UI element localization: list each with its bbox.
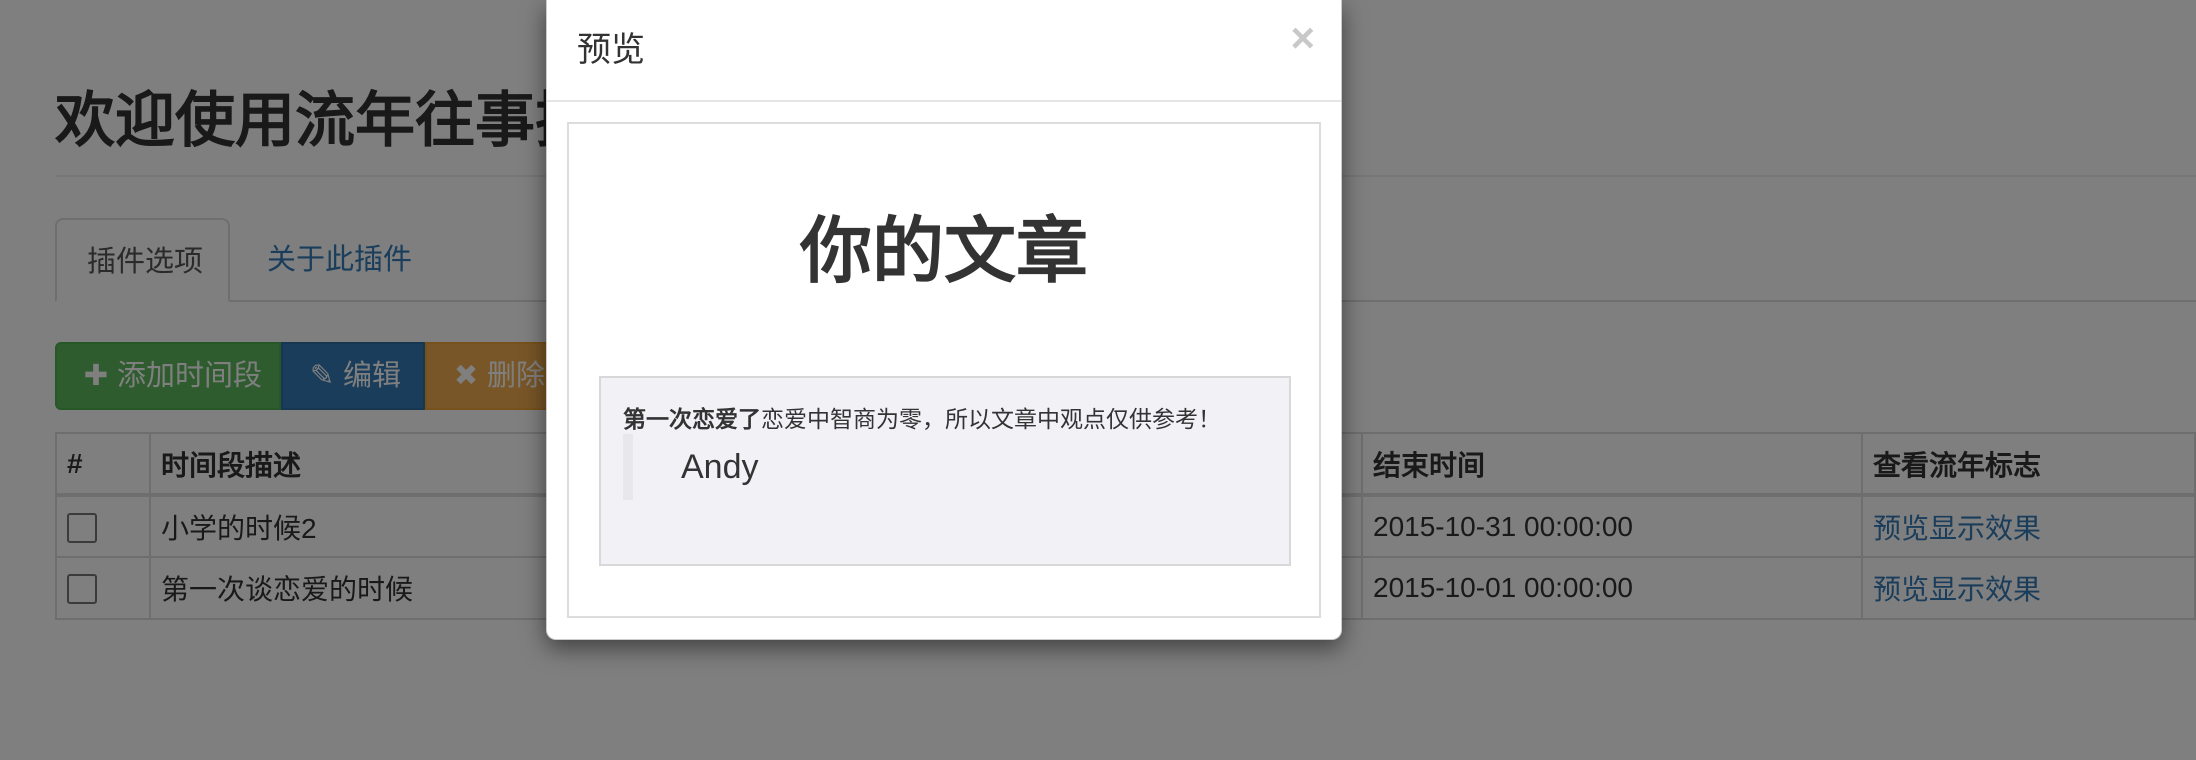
close-icon[interactable]: × [1290, 14, 1315, 62]
article-title: 你的文章 [799, 212, 1088, 292]
quote-bold-text: 第一次恋爱了 [623, 406, 761, 432]
quote-author: Andy [623, 434, 759, 500]
modal-header: 预览 × [547, 0, 1341, 102]
modal-title: 预览 [577, 31, 645, 69]
page: 欢迎使用流年往事插件 插件选项 关于此插件 ✚添加时间段 ✎编辑 ✖删除时间段 … [0, 0, 2196, 760]
preview-modal: 预览 × 你的文章 第一次恋爱了恋爱中智商为零，所以文章中观点仅供参考！ And… [546, 0, 1342, 640]
preview-frame: 你的文章 第一次恋爱了恋爱中智商为零，所以文章中观点仅供参考！ Andy [567, 122, 1321, 618]
quote-text: 第一次恋爱了恋爱中智商为零，所以文章中观点仅供参考！ [623, 400, 1221, 434]
quote-rest-text: 恋爱中智商为零，所以文章中观点仅供参考！ [761, 406, 1221, 432]
quote-box: 第一次恋爱了恋爱中智商为零，所以文章中观点仅供参考！ Andy [599, 376, 1291, 566]
